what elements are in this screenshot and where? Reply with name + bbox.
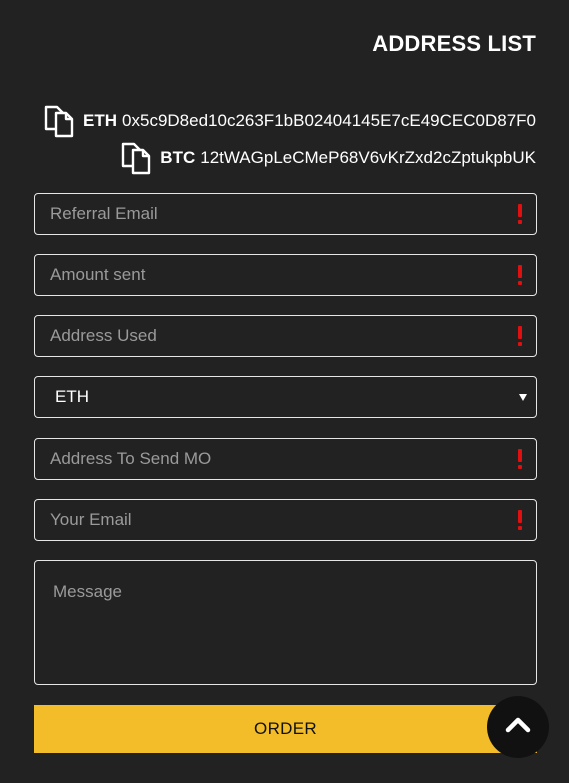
address-used-input[interactable]: Address Used bbox=[34, 315, 537, 357]
wallet-address-btc: 12tWAGpLeCMeP68V6vKrZxd2cZptukpbUK bbox=[200, 148, 536, 167]
caret-down-icon bbox=[519, 394, 527, 401]
address-row-btc: BTC 12tWAGpLeCMeP68V6vKrZxd2cZptukpbUK bbox=[118, 140, 536, 176]
wallet-address-eth: 0x5c9D8ed10c263F1bB02404145E7cE49CEC0D87… bbox=[122, 111, 536, 130]
address-to-send-input[interactable]: Address To Send MO bbox=[34, 438, 537, 480]
chevron-up-icon bbox=[505, 716, 531, 739]
address-row-eth: ETH 0x5c9D8ed10c263F1bB02404145E7cE49CEC… bbox=[41, 103, 536, 139]
referral-email-placeholder: Referral Email bbox=[50, 204, 158, 223]
coin-label-eth: ETH bbox=[83, 111, 118, 130]
exclamation-icon bbox=[518, 326, 522, 346]
amount-sent-placeholder: Amount sent bbox=[50, 265, 146, 284]
exclamation-icon bbox=[518, 204, 522, 224]
page-title: ADDRESS LIST bbox=[372, 31, 536, 56]
your-email-placeholder: Your Email bbox=[50, 510, 132, 529]
your-email-input[interactable]: Your Email bbox=[34, 499, 537, 541]
scroll-to-top-button[interactable] bbox=[487, 696, 549, 758]
copy-icon[interactable] bbox=[41, 103, 77, 139]
exclamation-icon bbox=[518, 449, 522, 469]
coin-label-btc: BTC bbox=[160, 148, 196, 167]
currency-select-value: ETH bbox=[55, 387, 89, 406]
currency-select[interactable]: ETH bbox=[34, 376, 537, 418]
referral-email-input[interactable]: Referral Email bbox=[34, 193, 537, 235]
message-placeholder: Message bbox=[53, 582, 122, 601]
copy-icon[interactable] bbox=[118, 140, 154, 176]
amount-sent-input[interactable]: Amount sent bbox=[34, 254, 537, 296]
address-list-page: ADDRESS LIST ETH 0x5c9D8ed10c263F1bB0240… bbox=[0, 0, 569, 783]
exclamation-icon bbox=[518, 265, 522, 285]
address-to-send-placeholder: Address To Send MO bbox=[50, 449, 212, 468]
exclamation-icon bbox=[518, 510, 522, 530]
order-button[interactable]: ORDER bbox=[34, 705, 537, 753]
address-used-placeholder: Address Used bbox=[50, 326, 157, 345]
message-textarea[interactable]: Message bbox=[34, 560, 537, 685]
